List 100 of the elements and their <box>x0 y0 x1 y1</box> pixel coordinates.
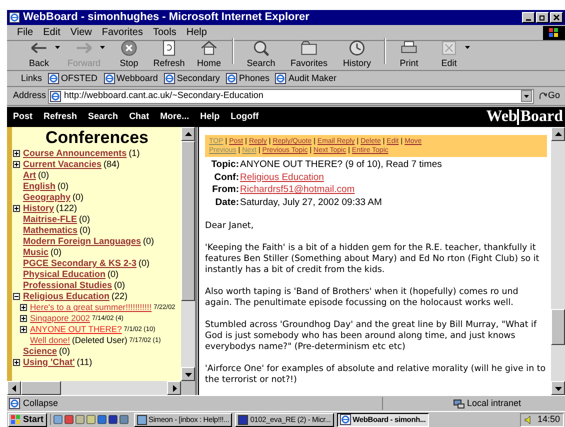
horizontal-scrollbar[interactable] <box>7 381 181 395</box>
conference-link[interactable]: Using 'Chat' <box>23 356 75 370</box>
quick-launch-icon[interactable] <box>108 414 118 425</box>
conferences-heading: Conferences <box>44 128 150 148</box>
go-button[interactable]: Go <box>536 89 563 103</box>
conference-link[interactable]: Mathematics <box>23 224 78 238</box>
close-button[interactable] <box>550 12 563 23</box>
windows-logo-icon <box>11 415 21 424</box>
menu-item[interactable]: Favorites <box>98 25 147 40</box>
toolbar-button[interactable]: Favorites <box>285 38 333 68</box>
quick-launch-icon[interactable] <box>74 414 85 425</box>
restore-icon <box>539 14 546 21</box>
expand-icon[interactable] <box>13 359 20 366</box>
dropdown-button[interactable] <box>520 90 532 102</box>
scroll-thumb[interactable] <box>21 381 61 395</box>
topic-link[interactable]: Here's to a great summer!!!!!!!!!!! <box>30 301 152 314</box>
scroll-up-button[interactable] <box>551 127 565 141</box>
edit-icon <box>439 38 459 58</box>
topic-link[interactable]: Well done! <box>30 334 70 347</box>
nav-link[interactable]: Logoff <box>230 110 259 124</box>
restore-button[interactable] <box>536 12 549 23</box>
menu-item[interactable]: Tools <box>148 25 180 40</box>
link-button[interactable]: Webboard <box>104 72 158 86</box>
item-count: (0) <box>38 168 49 182</box>
topic-author: (Deleted User) <box>72 334 128 347</box>
quick-launch-icon[interactable] <box>64 414 74 425</box>
expand-icon[interactable] <box>13 161 20 168</box>
quick-launch-icon[interactable] <box>118 414 129 425</box>
scroll-down-button[interactable] <box>181 367 195 381</box>
conference-link[interactable]: Course Announcements <box>23 146 127 160</box>
arrow-icon <box>554 130 562 138</box>
scroll-thumb[interactable] <box>551 309 565 345</box>
nav-link[interactable]: Refresh <box>44 110 78 124</box>
nav-link[interactable]: Search <box>88 110 118 124</box>
link-button[interactable]: Secondary <box>164 72 220 86</box>
collapse-icon[interactable] <box>13 293 20 300</box>
nav-link[interactable]: Chat <box>129 110 150 124</box>
conference-link[interactable]: Religious Education <box>23 290 110 304</box>
conference-link[interactable]: Religious Education <box>240 172 324 184</box>
toolbar-button[interactable]: Refresh <box>149 38 189 68</box>
item-count: (22) <box>112 290 128 303</box>
nav-link[interactable]: More... <box>160 110 190 124</box>
scroll-up-button[interactable] <box>181 127 195 141</box>
toolbar-button[interactable]: Search <box>237 38 285 68</box>
menu-item[interactable]: File <box>13 25 38 40</box>
vertical-scrollbar[interactable] <box>551 127 565 395</box>
conference-link[interactable]: English <box>23 180 56 194</box>
conference-link[interactable]: Physical Education <box>23 268 106 282</box>
field-label: From: <box>211 184 239 196</box>
search-icon <box>251 38 271 58</box>
vertical-scrollbar[interactable] <box>181 127 195 381</box>
conference-link[interactable]: Current Vacancies <box>23 158 102 172</box>
toolbar-button[interactable]: Stop <box>109 38 149 68</box>
conference-link[interactable]: Art <box>23 168 36 182</box>
caret-icon <box>100 46 105 49</box>
expand-icon[interactable] <box>20 304 27 311</box>
nav-link[interactable]: Post <box>13 110 33 124</box>
toolbar-button[interactable]: Home <box>189 38 229 68</box>
address-field[interactable]: http://webboard.cant.ac.uk/~Secondary-Education <box>48 88 534 104</box>
link-button[interactable]: OFSTED <box>48 72 98 86</box>
expand-icon[interactable] <box>20 326 27 333</box>
conference-link[interactable]: PGCE Secondary & KS 2-3 <box>23 256 137 270</box>
conference-link[interactable]: Science <box>23 344 58 358</box>
expand-icon[interactable] <box>20 315 27 322</box>
conference-link[interactable]: Music <box>23 246 49 260</box>
toolbar-button[interactable]: Print <box>389 38 429 68</box>
start-button[interactable]: Start <box>8 412 47 426</box>
expand-icon[interactable] <box>13 205 20 212</box>
topic-text: ANYONE OUT THERE? (9 of 10), Read 7 times <box>240 159 442 172</box>
topic-link[interactable]: ANYONE OUT THERE? <box>30 323 122 336</box>
link-button[interactable]: Phones <box>226 72 270 86</box>
toolbar-button[interactable]: History <box>333 38 381 68</box>
email-link[interactable]: rsf51@hotmail.com <box>272 184 355 196</box>
conference-link[interactable]: Geography <box>23 190 71 204</box>
minimize-button[interactable] <box>522 12 535 23</box>
author-link[interactable]: Richard <box>240 184 273 196</box>
message-paragraph: 'Airforce One' for examples of absolute and relative morality (will he give in to the terrorist or not?!) <box>205 364 547 386</box>
menu-item[interactable]: Edit <box>39 25 64 40</box>
item-count: (0) <box>143 234 154 248</box>
scroll-down-button[interactable] <box>551 381 565 395</box>
scroll-right-button[interactable] <box>167 381 181 395</box>
toolbar-button[interactable]: Back <box>19 38 64 68</box>
expand-icon[interactable] <box>13 150 20 157</box>
menu-item[interactable]: View <box>66 25 96 40</box>
menu-item[interactable]: Help <box>182 25 211 40</box>
scroll-thumb[interactable] <box>181 141 195 301</box>
quick-launch-icon[interactable] <box>96 414 107 425</box>
toolbar-button[interactable]: Edit <box>429 38 474 68</box>
conference-link[interactable]: Professional Studies <box>23 278 112 292</box>
zone-text: Local intranet <box>467 396 522 410</box>
quick-launch-icon[interactable] <box>52 414 63 425</box>
scroll-left-button[interactable] <box>7 381 21 395</box>
conference-link[interactable]: Maitrise-FLE <box>23 212 78 226</box>
item-count: (1) <box>128 146 140 160</box>
quick-launch-icon[interactable] <box>86 414 96 425</box>
nav-link[interactable]: Help <box>200 110 220 124</box>
link-button[interactable]: Audit Maker <box>275 72 336 86</box>
conference-link[interactable]: History <box>23 202 54 216</box>
conference-link[interactable]: Modern Foreign Languages <box>23 234 142 248</box>
topic-link[interactable]: Singapore 2002 <box>30 312 90 325</box>
